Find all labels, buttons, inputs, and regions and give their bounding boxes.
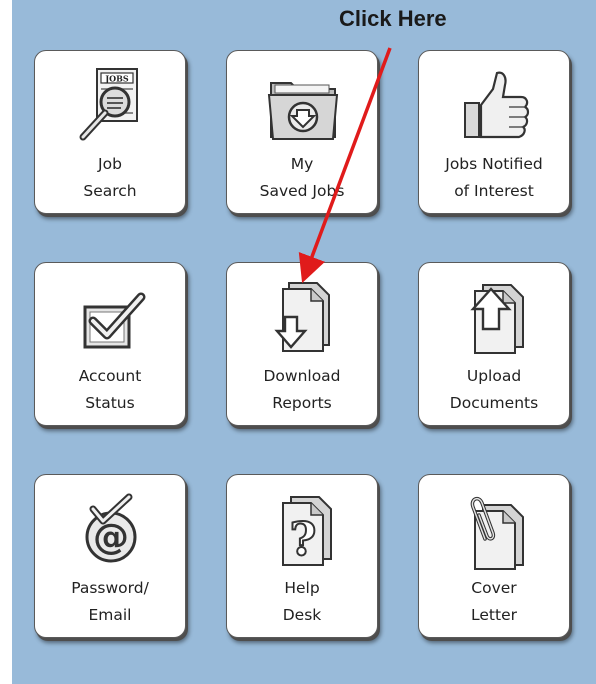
account-status-button[interactable]: Account Status	[34, 262, 186, 426]
jobs-notified-label: Jobs Notified of Interest	[445, 155, 543, 200]
password-email-label: Password/ Email	[71, 579, 149, 624]
upload-documents-label: Upload Documents	[449, 367, 539, 412]
click-here-callout: Click Here	[339, 6, 447, 31]
checkbox-icon	[71, 275, 151, 361]
upload-documents-button[interactable]: Upload Documents	[418, 262, 570, 426]
thumbs-up-icon	[455, 63, 535, 149]
question-mark-document-icon: ?	[263, 487, 343, 573]
job-search-label: Job Search	[83, 155, 137, 200]
account-status-label: Account Status	[78, 367, 142, 412]
my-saved-jobs-button[interactable]: My Saved Jobs	[226, 50, 378, 214]
help-desk-label: Help Desk	[282, 579, 322, 624]
password-email-button[interactable]: @ Password/ Email	[34, 474, 186, 638]
job-search-button[interactable]: JOBS Job Search	[34, 50, 186, 214]
cover-letter-label: Cover Letter	[471, 579, 517, 624]
svg-text:@: @	[93, 517, 129, 558]
at-sign-check-icon: @	[71, 487, 151, 573]
svg-text:JOBS: JOBS	[104, 74, 129, 84]
folder-download-icon	[263, 63, 343, 149]
download-reports-button[interactable]: Download Reports	[226, 262, 378, 426]
help-desk-button[interactable]: ? Help Desk	[226, 474, 378, 638]
document-download-icon	[263, 275, 343, 361]
paperclip-document-icon	[455, 487, 535, 573]
jobs-notified-button[interactable]: Jobs Notified of Interest	[418, 50, 570, 214]
menu-panel: Click Here JOBS Job Search My Saved Jobs…	[12, 0, 596, 684]
download-reports-label: Download Reports	[263, 367, 341, 412]
my-saved-jobs-label: My Saved Jobs	[259, 155, 345, 200]
cover-letter-button[interactable]: Cover Letter	[418, 474, 570, 638]
job-search-icon: JOBS	[71, 63, 151, 149]
svg-text:?: ?	[290, 512, 317, 566]
document-upload-icon	[455, 275, 535, 361]
